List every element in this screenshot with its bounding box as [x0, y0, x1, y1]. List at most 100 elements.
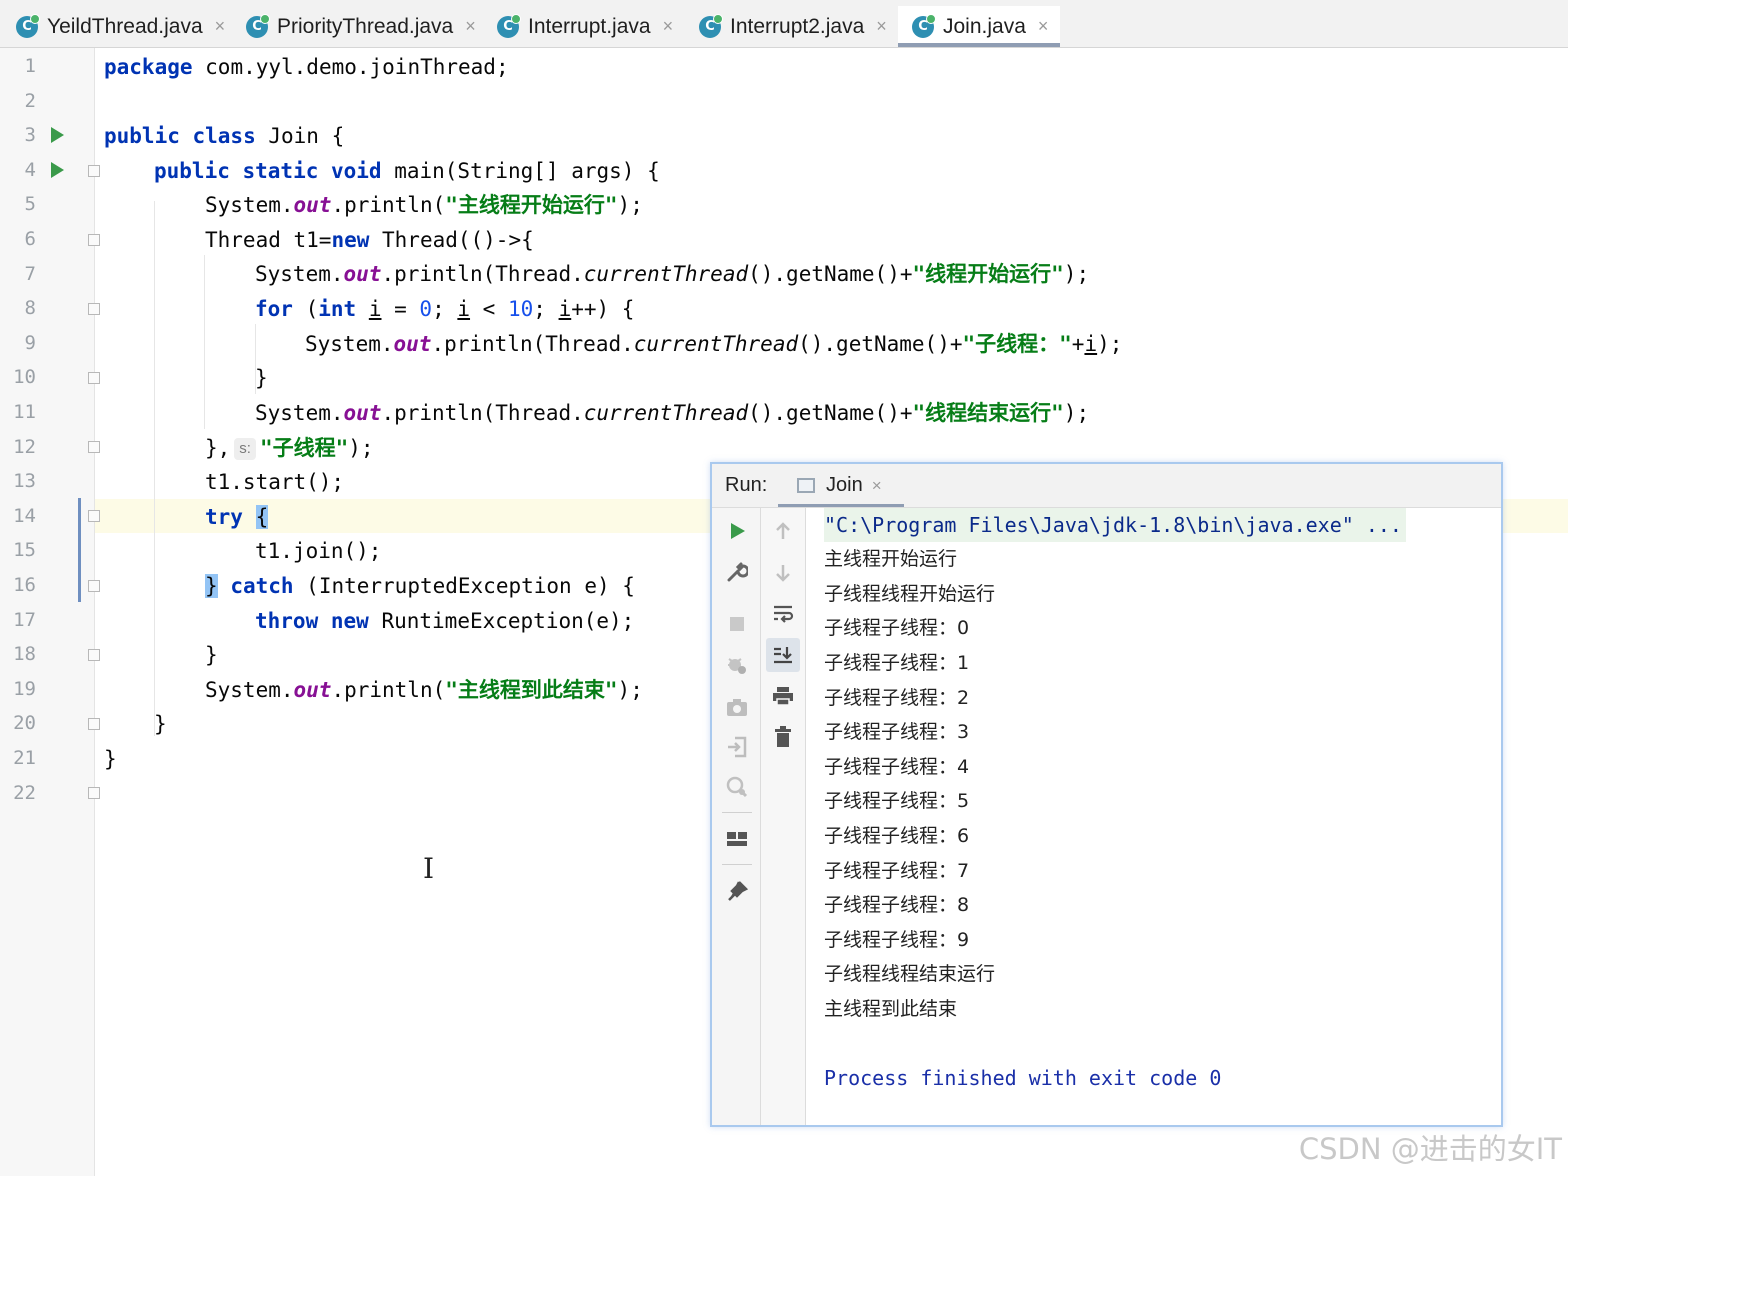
matched-brace: }: [205, 574, 218, 598]
run-tool-window: Run: Join × "C:\Program Files\Java\jdk-1…: [710, 462, 1503, 1127]
close-icon[interactable]: ×: [215, 16, 226, 37]
code-line-19: System.out.println("主线程到此结束");: [205, 678, 643, 702]
code-line-18: }: [205, 643, 218, 667]
layout-icon[interactable]: [722, 824, 752, 854]
line-number: 18: [13, 643, 36, 665]
code-line-13: t1.start();: [205, 470, 345, 494]
console-line: 子线程子线程：8: [824, 894, 970, 916]
login-icon[interactable]: [722, 732, 752, 762]
pin-icon[interactable]: [722, 876, 752, 906]
close-icon[interactable]: ×: [1038, 16, 1049, 37]
text-cursor-icon: I: [423, 852, 435, 885]
run-toolbar-right: [761, 508, 806, 1125]
code-line-7: System.out.println(Thread.currentThread(…: [255, 262, 1090, 286]
close-icon[interactable]: ×: [876, 16, 887, 37]
console-line: 主线程开始运行: [824, 548, 958, 570]
line-number: 22: [13, 782, 36, 804]
up-arrow-icon[interactable]: [768, 516, 798, 546]
down-arrow-icon[interactable]: [768, 558, 798, 588]
fold-icon[interactable]: [88, 372, 100, 384]
matched-brace: {: [255, 505, 269, 529]
console-line: 子线程子线程：9: [824, 929, 970, 951]
run-main-icon[interactable]: [51, 162, 64, 178]
code-line-15: t1.join();: [255, 539, 382, 563]
line-number: 16: [13, 574, 36, 596]
console-command: "C:\Program Files\Java\jdk-1.8\bin\java.…: [824, 508, 1406, 542]
console-icon: [797, 478, 815, 493]
fold-icon[interactable]: [88, 718, 100, 730]
tab-prioritythread[interactable]: C PriorityThread.java ×: [246, 6, 476, 47]
print-icon[interactable]: [768, 681, 798, 711]
fold-icon[interactable]: [88, 787, 100, 799]
line-number: 11: [13, 401, 36, 423]
code-line-16: } catch (InterruptedException e) {: [205, 574, 635, 598]
parameter-hint: s:: [234, 438, 256, 460]
camera-icon[interactable]: [722, 692, 752, 722]
close-icon[interactable]: ×: [663, 16, 674, 37]
line-number: 13: [13, 470, 36, 492]
code-line-9: System.out.println(Thread.currentThread(…: [305, 332, 1123, 356]
tab-label: PriorityThread.java: [277, 14, 454, 38]
console-line: 主线程到此结束: [824, 998, 958, 1020]
console-line: 子线程子线程：3: [824, 721, 970, 743]
stop-icon[interactable]: [722, 609, 752, 639]
line-number: 6: [24, 228, 36, 250]
code-line-3: public class Join {: [104, 124, 345, 148]
tab-label: YeildThread.java: [47, 14, 203, 38]
code-line-14: try {: [205, 505, 269, 529]
fold-icon[interactable]: [88, 441, 100, 453]
run-class-icon[interactable]: [51, 127, 64, 143]
indent-guide: [154, 201, 155, 736]
code-line-10: }: [255, 366, 268, 390]
run-tab-label: Join: [826, 474, 863, 496]
tab-label: Join.java: [943, 14, 1026, 38]
line-number: 19: [13, 678, 36, 700]
line-number: 17: [13, 609, 36, 631]
tab-label: Interrupt2.java: [730, 14, 865, 38]
line-number: 9: [24, 332, 36, 354]
line-number: 20: [13, 712, 36, 734]
code-line-12: }, s: "子线程");: [205, 436, 374, 460]
line-number: 1: [24, 55, 36, 77]
fold-icon[interactable]: [88, 580, 100, 592]
line-number: 3: [24, 124, 36, 146]
tab-join[interactable]: C Join.java ×: [898, 6, 1061, 47]
close-icon[interactable]: ×: [465, 16, 476, 37]
trash-icon[interactable]: [768, 722, 798, 752]
tab-interrupt[interactable]: C Interrupt.java ×: [497, 6, 673, 47]
rerun-icon[interactable]: [722, 516, 752, 546]
editor-tab-bar: C YeildThread.java × C PriorityThread.ja…: [0, 0, 1568, 48]
line-number: 5: [24, 193, 36, 215]
line-number: 12: [13, 436, 36, 458]
code-line-11: System.out.println(Thread.currentThread(…: [255, 401, 1090, 425]
line-number: 15: [13, 539, 36, 561]
console-output[interactable]: "C:\Program Files\Java\jdk-1.8\bin\java.…: [824, 508, 1501, 1125]
console-line: 子线程子线程：4: [824, 756, 970, 778]
console-line: 子线程子线程：0: [824, 617, 970, 639]
soft-wrap-icon[interactable]: [768, 599, 798, 629]
fold-icon[interactable]: [88, 510, 100, 522]
close-icon[interactable]: ×: [872, 476, 882, 496]
fold-icon[interactable]: [88, 165, 100, 177]
console-line: 子线程线程开始运行: [824, 583, 996, 605]
fold-icon[interactable]: [88, 234, 100, 246]
code-line-4: public static void main(String[] args) {: [154, 159, 660, 183]
console-line: 子线程线程结束运行: [824, 963, 996, 985]
fold-icon[interactable]: [88, 303, 100, 315]
line-number: 10: [13, 366, 36, 388]
scroll-to-end-icon[interactable]: [766, 638, 800, 672]
run-tab-join[interactable]: Join ×: [778, 464, 904, 507]
line-number: 8: [24, 297, 36, 319]
search-settings-icon[interactable]: [722, 772, 752, 802]
debug-settings-icon[interactable]: [722, 650, 752, 680]
tab-interrupt2[interactable]: C Interrupt2.java ×: [699, 6, 887, 47]
line-number: 4: [24, 159, 36, 181]
code-line-21: }: [104, 747, 117, 771]
wrench-icon[interactable]: [722, 557, 752, 587]
run-toolbar-left: [712, 508, 761, 1125]
fold-icon[interactable]: [88, 649, 100, 661]
java-class-icon: C: [912, 13, 936, 38]
tab-yeildthread[interactable]: C YeildThread.java ×: [16, 6, 225, 47]
console-line: 子线程子线程：6: [824, 825, 970, 847]
java-class-icon: C: [16, 13, 40, 38]
